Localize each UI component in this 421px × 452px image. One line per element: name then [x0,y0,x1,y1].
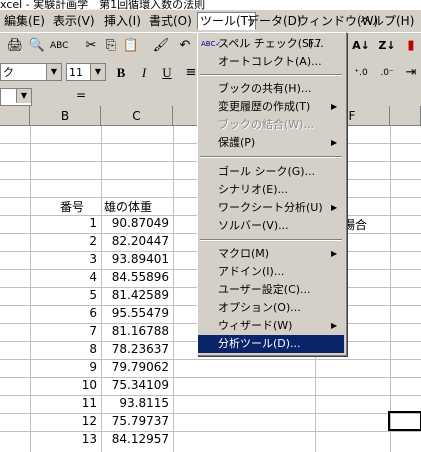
menu-item-goal-seek[interactable]: ゴール シーク(G)... [198,163,344,181]
menu-view[interactable]: 表示(V) [53,13,95,29]
submenu-arrow-icon: ▶ [331,138,338,147]
cell-weight[interactable]: 75.79737 [101,414,169,428]
menu-item-protection[interactable]: 保護(P) ▶ [198,134,344,152]
chart-wizard-icon[interactable]: ▮ [402,37,420,55]
cell-weight[interactable]: 84.55896 [101,270,169,284]
menu-insert[interactable]: 挿入(I) [104,13,141,29]
menu-item-merge-workbooks: ブックの結合(W)... [218,118,314,131]
formula-equals[interactable]: = [76,88,86,102]
underline-button[interactable]: U [158,64,176,82]
header-weight[interactable]: 雄の体重 [104,198,152,215]
menu-item-track-changes[interactable]: 変更履歴の作成(T) ▶ [198,98,344,116]
menu-format[interactable]: 書式(O) [149,13,192,29]
menu-bar: 編集(E) 表示(V) 挿入(I) 書式(O) ツール(T) データ(D) ウィ… [0,10,421,32]
cell-weight[interactable]: 90.87049 [101,216,169,230]
cell-number[interactable]: 12 [30,414,97,428]
submenu-arrow-icon: ▶ [331,321,338,330]
column-header-c[interactable]: C [101,106,173,126]
menu-item-solver[interactable]: ソルバー(V)... [198,217,344,235]
menu-item-customize[interactable]: ユーザー設定(C)... [198,281,344,299]
name-box[interactable]: ▼ [0,88,32,106]
menu-separator [200,74,342,76]
menu-item-autocorrect[interactable]: オートコレクト(A)... [198,53,344,71]
cell-number[interactable]: 7 [30,324,97,338]
spell-check-icon[interactable]: ABC [50,37,68,55]
cell-number[interactable]: 5 [30,288,97,302]
header-number[interactable]: 番号 [60,198,84,215]
cell-number[interactable]: 1 [30,216,97,230]
window-title: xcel - 実験計画学__第1回循環入数の法則 [0,0,206,10]
menu-item-data-analysis[interactable]: 分析ツール(D)... [198,335,344,353]
cut-icon[interactable]: ✂ [82,37,100,55]
cell-number[interactable]: 8 [30,342,97,356]
indent-icon[interactable]: ⇥ [402,64,420,82]
cell-number[interactable]: 11 [30,396,97,410]
cell-weight[interactable]: 84.12957 [101,432,169,446]
chevron-down-icon[interactable]: ▼ [46,64,61,80]
tools-menu-dropdown: ABC✓ スペル チェック(S)... F7 オートコレクト(A)... ブック… [197,32,347,356]
menu-separator [200,239,342,241]
menu-item-scenarios[interactable]: シナリオ(E)... [198,181,344,199]
copy-icon[interactable]: ⎘ [102,37,120,55]
cell-weight[interactable]: 93.89401 [101,252,169,266]
cell-weight[interactable]: 93.8115 [101,396,169,410]
print-preview-icon[interactable]: 🔍 [28,37,46,55]
cell-number[interactable]: 3 [30,252,97,266]
cell-weight[interactable]: 81.16788 [101,324,169,338]
cell-weight[interactable]: 81.42589 [101,288,169,302]
submenu-arrow-icon: ▶ [331,203,338,212]
cell-number[interactable]: 13 [30,432,97,446]
print-icon[interactable]: 🖨 [6,37,24,55]
cell-weight[interactable]: 79.79062 [101,360,169,374]
menu-item-wizard[interactable]: ウィザード(W) ▶ [198,317,344,335]
bold-button[interactable]: B [112,64,130,82]
cell-number[interactable]: 2 [30,234,97,248]
menu-item-addins[interactable]: アドイン(I)... [198,263,344,281]
font-name-box[interactable]: ク ▼ [0,63,62,81]
column-header-g[interactable] [390,106,421,126]
undo-icon[interactable]: ↶ [176,37,194,55]
menu-separator [200,156,342,158]
paste-icon[interactable]: 📋 [122,37,140,55]
decrease-decimal-icon[interactable]: .0⁻ [378,64,396,82]
sort-descending-icon[interactable]: Z↓ [378,37,396,55]
cell-weight[interactable]: 95.55479 [101,306,169,320]
font-name-value: ク [3,66,14,79]
title-bar: xcel - 実験計画学__第1回循環入数の法則 [0,0,421,10]
cell-weight[interactable]: 82.20447 [101,234,169,248]
submenu-arrow-icon: ▶ [331,102,338,111]
menu-item-macro[interactable]: マクロ(M) ▶ [198,245,344,263]
cell-number[interactable]: 10 [30,378,97,392]
cell-number[interactable]: 9 [30,360,97,374]
cell-number[interactable]: 6 [30,306,97,320]
cell-number[interactable]: 4 [30,270,97,284]
cell-weight[interactable]: 75.34109 [101,378,169,392]
submenu-arrow-icon: ▶ [331,249,338,258]
menu-item-auditing[interactable]: ワークシート分析(U) ▶ [198,199,344,217]
chevron-down-icon[interactable]: ▼ [16,89,31,103]
column-header-b[interactable]: B [30,106,101,126]
cell-weight[interactable]: 78.23637 [101,342,169,356]
menu-edit[interactable]: 編集(E) [4,13,45,29]
italic-button[interactable]: I [135,64,153,82]
menu-help[interactable]: ヘルプ(H) [360,13,414,29]
menu-data[interactable]: データ(D) [247,13,302,29]
format-painter-icon[interactable]: 🖌 [152,37,170,55]
font-size-box[interactable]: 11 ▼ [66,63,106,81]
font-size-value: 11 [69,66,83,79]
menu-item-spell-check[interactable]: ABC✓ スペル チェック(S)... F7 [198,35,344,53]
sort-ascending-icon[interactable]: A↓ [352,37,370,55]
menu-item-share-workbook[interactable]: ブックの共有(H)... [198,80,344,98]
row-header-corner[interactable] [0,106,30,126]
menu-item-options[interactable]: オプション(O)... [198,299,344,317]
chevron-down-icon[interactable]: ▼ [90,64,105,80]
increase-decimal-icon[interactable]: ⁺.0 [352,64,370,82]
